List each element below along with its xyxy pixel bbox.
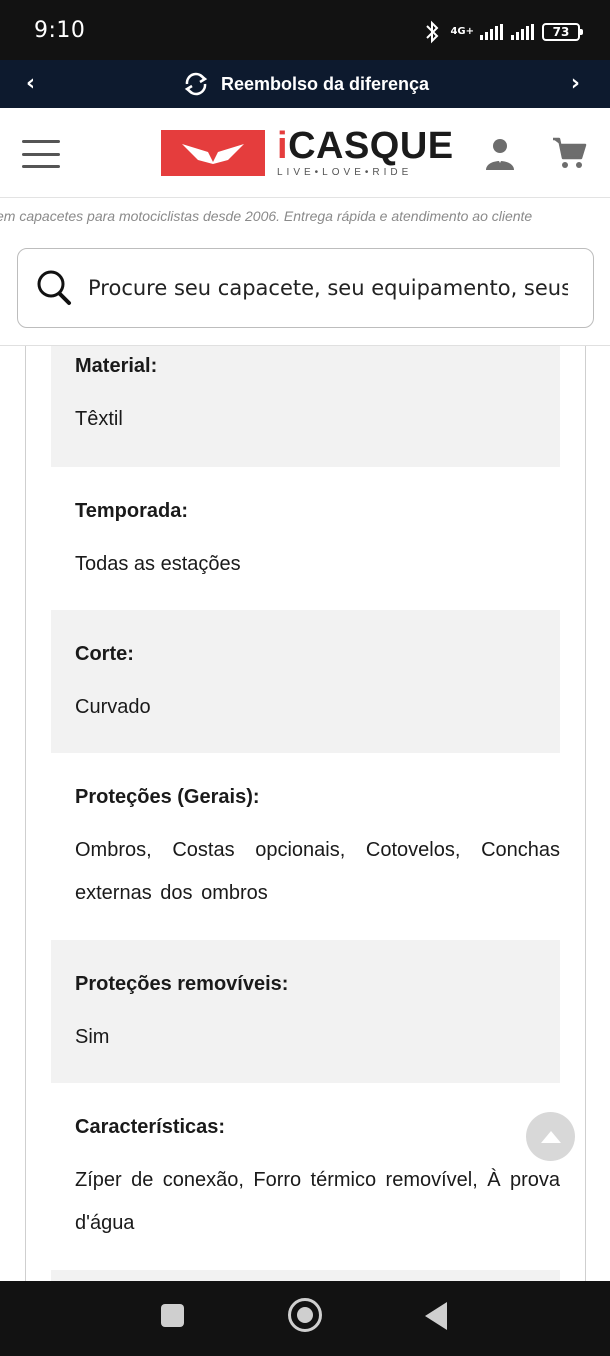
promo-bar: ‹ Reembolso da diferença › [0,60,610,108]
spec-row-season: Temporada: Todas as estações [51,467,560,610]
spec-row-removable-protections: Proteções removíveis: Sim [51,940,560,1083]
promo-message[interactable]: Reembolso da diferença [0,70,610,98]
network-type-label: 4G+ [450,26,474,37]
triangle-up-icon [540,1130,561,1143]
spec-row-cut: Corte: Curvado [51,610,560,753]
spec-row-next [51,1270,560,1281]
system-navigation-bar [0,1281,610,1356]
signal-strength-icon-2 [511,24,534,40]
bluetooth-icon [426,20,439,44]
spec-label: Proteções removíveis: [75,973,289,995]
user-account-icon[interactable] [484,136,516,170]
logo-wordmark: iCASQUE [277,124,454,167]
site-tagline: em capacetes para motociclistas desde 20… [0,208,533,224]
spec-row-material: Material: Têxtil [51,346,560,467]
product-specs-panel: Material: Têxtil Temporada: Todas as est… [25,346,586,1281]
logo-mark-icon [161,130,265,176]
status-bar: 9:10 4G+ 73 [0,0,610,60]
spec-row-protections: Proteções (Gerais): Ombros, Costas opcio… [51,753,560,940]
site-header: iCASQUE LIVE•LOVE•RIDE [0,108,610,198]
spec-label: Material: [75,355,158,377]
search-icon [37,270,71,305]
spec-label: Temporada: [75,500,188,522]
battery-icon: 73 [542,23,583,41]
spec-value: Têxtil [75,408,123,430]
chevron-right-icon[interactable]: › [571,71,580,96]
scroll-to-top-button[interactable] [526,1112,575,1161]
signal-strength-icon [480,24,503,40]
search-input[interactable] [88,249,568,327]
spec-value: Sim [75,1026,110,1048]
site-logo[interactable]: iCASQUE LIVE•LOVE•RIDE [161,124,454,178]
search-box[interactable] [17,248,594,328]
spec-label: Corte: [75,643,134,665]
spec-label: Proteções (Gerais): [75,786,260,808]
hamburger-menu-icon[interactable] [22,140,60,168]
home-icon[interactable] [288,1298,322,1332]
spec-value: Ombros, Costas opcionais, Cotovelos, Con… [75,839,560,904]
shopping-cart-icon[interactable] [551,136,587,170]
promo-text: Reembolso da diferença [220,73,430,94]
refresh-cycle-icon [184,72,208,96]
spec-label: Características: [75,1116,226,1138]
spec-value: Curvado [75,696,151,718]
back-icon[interactable] [425,1302,447,1330]
spec-value: Todas as estações [75,553,241,575]
recent-apps-icon[interactable] [161,1304,184,1327]
spec-value: Zíper de conexão, Forro térmico removíve… [75,1169,560,1234]
spec-row-features: Características: Zíper de conexão, Forro… [51,1083,560,1270]
logo-tagline: LIVE•LOVE•RIDE [277,166,413,178]
status-time: 9:10 [34,18,86,43]
status-icons: 4G+ 73 [422,20,583,44]
